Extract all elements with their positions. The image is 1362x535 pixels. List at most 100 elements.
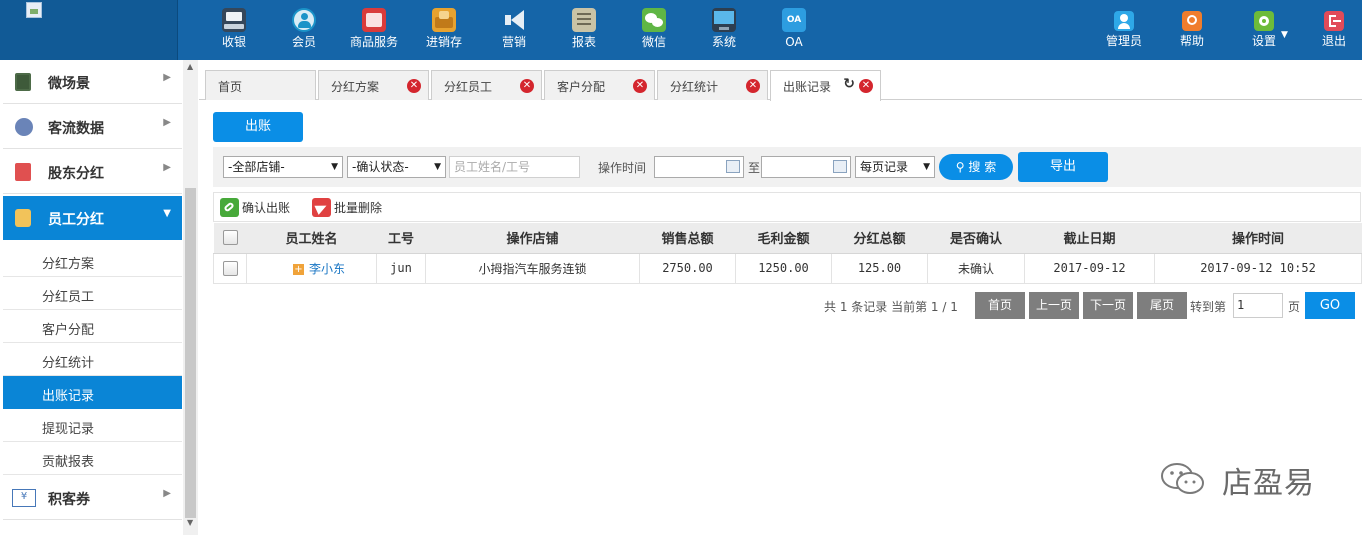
sidebar-group-coupon[interactable]: ¥ 积客券 ▶	[3, 476, 182, 520]
nav-logout[interactable]: 退出	[1310, 0, 1358, 60]
paper-plane-icon	[312, 198, 331, 217]
staff-id-cell: jun	[376, 252, 426, 284]
nav-label: 帮助	[1179, 34, 1204, 48]
nav-report[interactable]: 报表	[560, 0, 608, 60]
jump-page-input[interactable]: 1	[1233, 293, 1283, 318]
caret-down-icon[interactable]: ▼	[1281, 30, 1288, 40]
column-header[interactable]: 操作店铺	[425, 223, 640, 254]
chevron-right-icon: ▶	[163, 72, 171, 83]
staff-name-cell[interactable]: + 李小东	[246, 252, 377, 284]
last-page-button[interactable]: 尾页	[1137, 292, 1187, 319]
scroll-up-icon[interactable]: ▲	[187, 62, 193, 71]
nav-oa[interactable]: OA OA	[770, 0, 818, 60]
tab-bonus-staff[interactable]: 分红员工 ✕	[431, 70, 542, 100]
status-select[interactable]: -确认状态- ▼	[347, 156, 446, 178]
wechat-icon	[1161, 463, 1204, 494]
calendar-icon[interactable]	[726, 160, 740, 173]
row-select-cell[interactable]	[213, 252, 247, 284]
nav-wechat[interactable]: 微信	[630, 0, 678, 60]
admin-icon	[1114, 11, 1134, 31]
go-button[interactable]: GO	[1305, 292, 1355, 319]
tab-label: 出账记录	[783, 80, 832, 94]
to-label: 至	[748, 161, 761, 175]
nav-marketing[interactable]: 营销	[490, 0, 538, 60]
start-date-input[interactable]	[654, 156, 744, 178]
logo-area	[0, 0, 178, 60]
scroll-down-icon[interactable]: ▼	[187, 518, 193, 527]
end-date-input[interactable]	[761, 156, 851, 178]
refresh-icon[interactable]: ↻	[843, 76, 855, 92]
column-header[interactable]: 销售总额	[639, 223, 736, 254]
table-row[interactable]: + 李小东 jun 小拇指汽车服务连锁 2750.00 1250.00 125.0…	[213, 252, 1362, 284]
logout-icon	[1324, 11, 1344, 31]
sidebar-item-contribution-report[interactable]: 贡献报表	[3, 442, 182, 475]
sidebar-item-bonus-plan[interactable]: 分红方案	[3, 244, 182, 277]
link-icon	[220, 198, 239, 217]
pagination: 共 1 条记录 当前第 1 / 1 首页 上一页 下一页 尾页 转到第 1 页 …	[820, 292, 1360, 320]
sidebar-group-staff-bonus[interactable]: 员工分红 ▼	[3, 196, 182, 240]
close-icon[interactable]: ✕	[859, 79, 873, 93]
column-header[interactable]: 员工姓名	[246, 223, 377, 254]
sidebar-group-shareholder[interactable]: 股东分红 ▶	[3, 150, 182, 194]
next-page-button[interactable]: 下一页	[1083, 292, 1133, 319]
first-page-button[interactable]: 首页	[975, 292, 1025, 319]
export-button[interactable]: 导出	[1018, 152, 1108, 182]
nav-admin[interactable]: 管理员	[1100, 0, 1148, 60]
sidebar-item-withdraw-records[interactable]: 提现记录	[3, 409, 182, 442]
column-header[interactable]: 截止日期	[1024, 223, 1155, 254]
close-icon[interactable]: ✕	[520, 79, 534, 93]
tab-bonus-stats[interactable]: 分红统计 ✕	[657, 70, 768, 100]
calendar-icon[interactable]	[833, 160, 847, 173]
sidebar-item-bonus-staff[interactable]: 分红员工	[3, 277, 182, 310]
column-header[interactable]: 工号	[376, 223, 426, 254]
staff-name-link[interactable]: 李小东	[309, 262, 345, 276]
close-icon[interactable]: ✕	[746, 79, 760, 93]
column-header[interactable]: 操作时间	[1154, 223, 1362, 254]
sidebar-item-customer-allocation[interactable]: 客户分配	[3, 310, 182, 343]
column-header[interactable]: 毛利金额	[735, 223, 832, 254]
checkout-button[interactable]: 出账	[213, 112, 303, 142]
nav-cash[interactable]: 收银	[210, 0, 258, 60]
coupon-icon: ¥	[12, 489, 36, 507]
store-select[interactable]: -全部店铺- ▼	[223, 156, 343, 178]
tab-customer-allocation[interactable]: 客户分配 ✕	[544, 70, 655, 100]
nav-goods-service[interactable]: 商品服务	[344, 0, 404, 60]
scrollbar-thumb[interactable]	[185, 188, 196, 518]
sidebar: 微场景 ▶ 客流数据 ▶ 股东分红 ▶ 员工分红 ▼ 分红方案 分红员工 客户分…	[0, 60, 198, 535]
tab-bonus-plan[interactable]: 分红方案 ✕	[318, 70, 429, 100]
records-table: 员工姓名 工号 操作店铺 销售总额 毛利金额 分红总额 是否确认 截止日期 操作…	[213, 223, 1362, 284]
column-header[interactable]: 分红总额	[831, 223, 928, 254]
close-icon[interactable]: ✕	[633, 79, 647, 93]
sidebar-item-bonus-stats[interactable]: 分红统计	[3, 343, 182, 376]
prev-page-button[interactable]: 上一页	[1029, 292, 1079, 319]
tab-label: 分红方案	[331, 80, 380, 94]
sales-cell: 2750.00	[639, 252, 736, 284]
nav-system[interactable]: 系统	[700, 0, 748, 60]
close-icon[interactable]: ✕	[407, 79, 421, 93]
sidebar-item-label: 贡献报表	[42, 455, 95, 470]
sidebar-scrollbar[interactable]: ▲ ▼	[183, 60, 198, 535]
gross-cell: 1250.00	[735, 252, 832, 284]
nav-inventory[interactable]: 进销存	[420, 0, 468, 60]
tab-home[interactable]: 首页	[205, 70, 316, 100]
expand-icon[interactable]: +	[293, 263, 304, 275]
select-all-checkbox[interactable]	[222, 230, 238, 246]
pagination-info: 共 1 条记录 当前第 1 / 1	[824, 300, 958, 314]
nav-member[interactable]: 会员	[280, 0, 328, 60]
search-button[interactable]: ⚲ 搜 索	[939, 154, 1013, 180]
column-header[interactable]: 是否确认	[927, 223, 1025, 254]
name-search-input[interactable]: 员工姓名/工号	[449, 156, 580, 178]
sidebar-group-micro-scene[interactable]: 微场景 ▶	[3, 60, 182, 104]
traffic-icon	[15, 118, 33, 136]
select-all-cell[interactable]	[213, 223, 247, 254]
sidebar-group-traffic[interactable]: 客流数据 ▶	[3, 105, 182, 149]
row-checkbox[interactable]	[222, 260, 238, 276]
confirm-payout-button[interactable]: 确认出账	[220, 198, 290, 218]
sidebar-item-payout-records[interactable]: 出账记录	[3, 376, 182, 409]
nav-label: 报表	[571, 35, 596, 49]
tab-payout-records[interactable]: 出账记录 ↻ ✕	[770, 70, 881, 101]
cash-register-icon	[222, 8, 246, 32]
per-page-select[interactable]: 每页记录 ▼	[855, 156, 935, 178]
batch-delete-button[interactable]: 批量删除	[312, 198, 382, 218]
nav-help[interactable]: 帮助	[1168, 0, 1216, 60]
